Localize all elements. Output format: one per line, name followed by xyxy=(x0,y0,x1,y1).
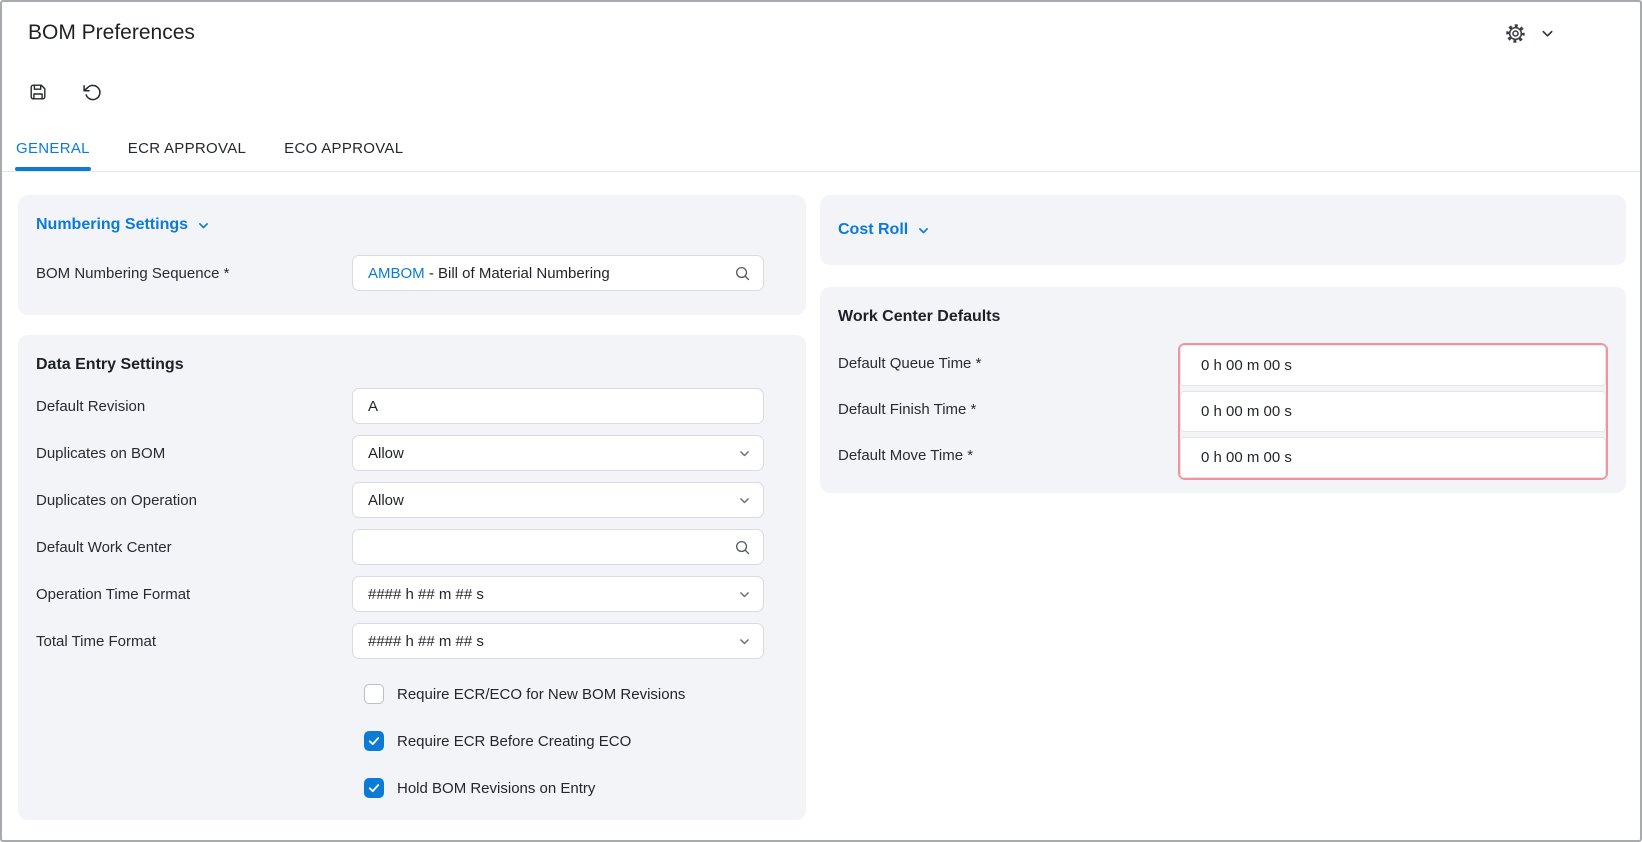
select-value: #### h ## m ## s xyxy=(368,633,738,650)
tab-bar: GENERAL ECR APPROVAL ECO APPROVAL xyxy=(2,140,1640,172)
checkbox-hold-bom-revisions-on-entry[interactable]: Hold BOM Revisions on Entry xyxy=(364,777,788,799)
form-row: Operation Time Format #### h ## m ## s xyxy=(36,576,788,612)
right-column: Cost Roll Work Center Defaults Default Q… xyxy=(820,195,1626,820)
check-icon xyxy=(367,734,381,748)
toolbar xyxy=(2,82,1640,102)
bom-preferences-window: BOM Preferences xyxy=(0,0,1642,842)
default-finish-time-input[interactable] xyxy=(1180,391,1606,432)
form-row: Duplicates on Operation Allow xyxy=(36,482,788,518)
check-icon xyxy=(367,781,381,795)
lookup-value-code[interactable]: AMBOM xyxy=(368,265,425,282)
duplicates-on-bom-label: Duplicates on BOM xyxy=(36,445,352,462)
default-queue-time-label: Default Queue Time * xyxy=(838,343,1178,384)
page-title: BOM Preferences xyxy=(28,21,195,45)
default-move-time-input[interactable] xyxy=(1180,437,1606,478)
chevron-down-icon xyxy=(1540,26,1555,41)
select-value: Allow xyxy=(368,445,738,462)
checkbox-label: Hold BOM Revisions on Entry xyxy=(397,780,595,797)
data-entry-settings-header: Data Entry Settings xyxy=(36,353,788,377)
tab-ecr-approval[interactable]: ECR APPROVAL xyxy=(127,140,247,171)
settings-gear-button[interactable] xyxy=(1504,22,1527,45)
checkbox-label: Require ECR Before Creating ECO xyxy=(397,733,631,750)
default-work-center-label: Default Work Center xyxy=(36,539,352,556)
chevron-down-icon xyxy=(738,494,751,507)
page-header: BOM Preferences xyxy=(2,2,1640,46)
numbering-settings-header[interactable]: Numbering Settings xyxy=(36,213,788,237)
cost-roll-panel: Cost Roll xyxy=(820,195,1626,265)
undo-button[interactable] xyxy=(82,82,102,102)
time-inputs-error-group xyxy=(1178,343,1608,480)
panel-title-text: Numbering Settings xyxy=(36,213,188,237)
checkbox-box xyxy=(364,778,384,798)
undo-icon xyxy=(82,82,102,102)
cost-roll-header[interactable]: Cost Roll xyxy=(838,218,930,242)
default-revision-label: Default Revision xyxy=(36,398,352,415)
save-icon xyxy=(28,82,48,102)
checkbox-label: Require ECR/ECO for New BOM Revisions xyxy=(397,686,685,703)
form-row: Total Time Format #### h ## m ## s xyxy=(36,623,788,659)
chevron-down-icon xyxy=(917,224,930,237)
header-expand-button[interactable] xyxy=(1540,26,1555,41)
default-revision-input[interactable] xyxy=(352,388,764,424)
chevron-down-icon xyxy=(738,588,751,601)
bom-numbering-sequence-lookup[interactable]: AMBOM - Bill of Material Numbering xyxy=(352,255,764,291)
total-time-format-select[interactable]: #### h ## m ## s xyxy=(352,623,764,659)
default-finish-time-label: Default Finish Time * xyxy=(838,389,1178,430)
chevron-down-icon xyxy=(738,447,751,460)
checkbox-require-ecr-before-creating-eco[interactable]: Require ECR Before Creating ECO xyxy=(364,730,788,752)
form-row: BOM Numbering Sequence * AMBOM - Bill of… xyxy=(36,255,788,291)
work-center-defaults-panel: Work Center Defaults Default Queue Time … xyxy=(820,287,1626,493)
gear-icon xyxy=(1504,22,1527,45)
save-button[interactable] xyxy=(28,82,48,102)
checkbox-require-ecr-eco-for-new-bom-revisions[interactable]: Require ECR/ECO for New BOM Revisions xyxy=(364,683,788,705)
total-time-format-label: Total Time Format xyxy=(36,633,352,650)
select-value: Allow xyxy=(368,492,738,509)
duplicates-on-operation-label: Duplicates on Operation xyxy=(36,492,352,509)
default-queue-time-input[interactable] xyxy=(1180,345,1606,386)
operation-time-format-select[interactable]: #### h ## m ## s xyxy=(352,576,764,612)
duplicates-on-operation-select[interactable]: Allow xyxy=(352,482,764,518)
duplicates-on-bom-select[interactable]: Allow xyxy=(352,435,764,471)
form-row: Default Work Center xyxy=(36,529,788,565)
tab-label: ECR APPROVAL xyxy=(128,140,246,157)
bom-numbering-sequence-label: BOM Numbering Sequence * xyxy=(36,265,352,282)
lookup-value: AMBOM - Bill of Material Numbering xyxy=(368,265,734,282)
left-column: Numbering Settings BOM Numbering Sequenc… xyxy=(18,195,806,820)
data-entry-settings-panel: Data Entry Settings Default Revision Dup… xyxy=(18,335,806,820)
search-icon xyxy=(734,265,751,282)
content-area: Numbering Settings BOM Numbering Sequenc… xyxy=(2,172,1640,820)
checkbox-box xyxy=(364,684,384,704)
default-move-time-label: Default Move Time * xyxy=(838,435,1178,476)
lookup-value-desc: - Bill of Material Numbering xyxy=(425,265,610,282)
work-center-defaults-body: Default Queue Time * Default Finish Time… xyxy=(838,343,1608,480)
checkbox-box xyxy=(364,731,384,751)
tab-eco-approval[interactable]: ECO APPROVAL xyxy=(283,140,404,171)
chevron-down-icon xyxy=(738,635,751,648)
search-icon xyxy=(734,539,751,556)
work-center-defaults-labels: Default Queue Time * Default Finish Time… xyxy=(838,343,1178,480)
tab-label: GENERAL xyxy=(16,140,90,157)
chevron-down-icon xyxy=(197,219,210,232)
tab-general[interactable]: GENERAL xyxy=(15,140,91,171)
header-actions xyxy=(1504,22,1555,45)
work-center-defaults-header: Work Center Defaults xyxy=(838,305,1608,329)
operation-time-format-label: Operation Time Format xyxy=(36,586,352,603)
numbering-settings-panel: Numbering Settings BOM Numbering Sequenc… xyxy=(18,195,806,315)
tab-label: ECO APPROVAL xyxy=(284,140,403,157)
select-value: #### h ## m ## s xyxy=(368,586,738,603)
default-work-center-lookup[interactable] xyxy=(352,529,764,565)
panel-title-text: Cost Roll xyxy=(838,218,908,242)
form-row: Duplicates on BOM Allow xyxy=(36,435,788,471)
form-row: Default Revision xyxy=(36,388,788,424)
